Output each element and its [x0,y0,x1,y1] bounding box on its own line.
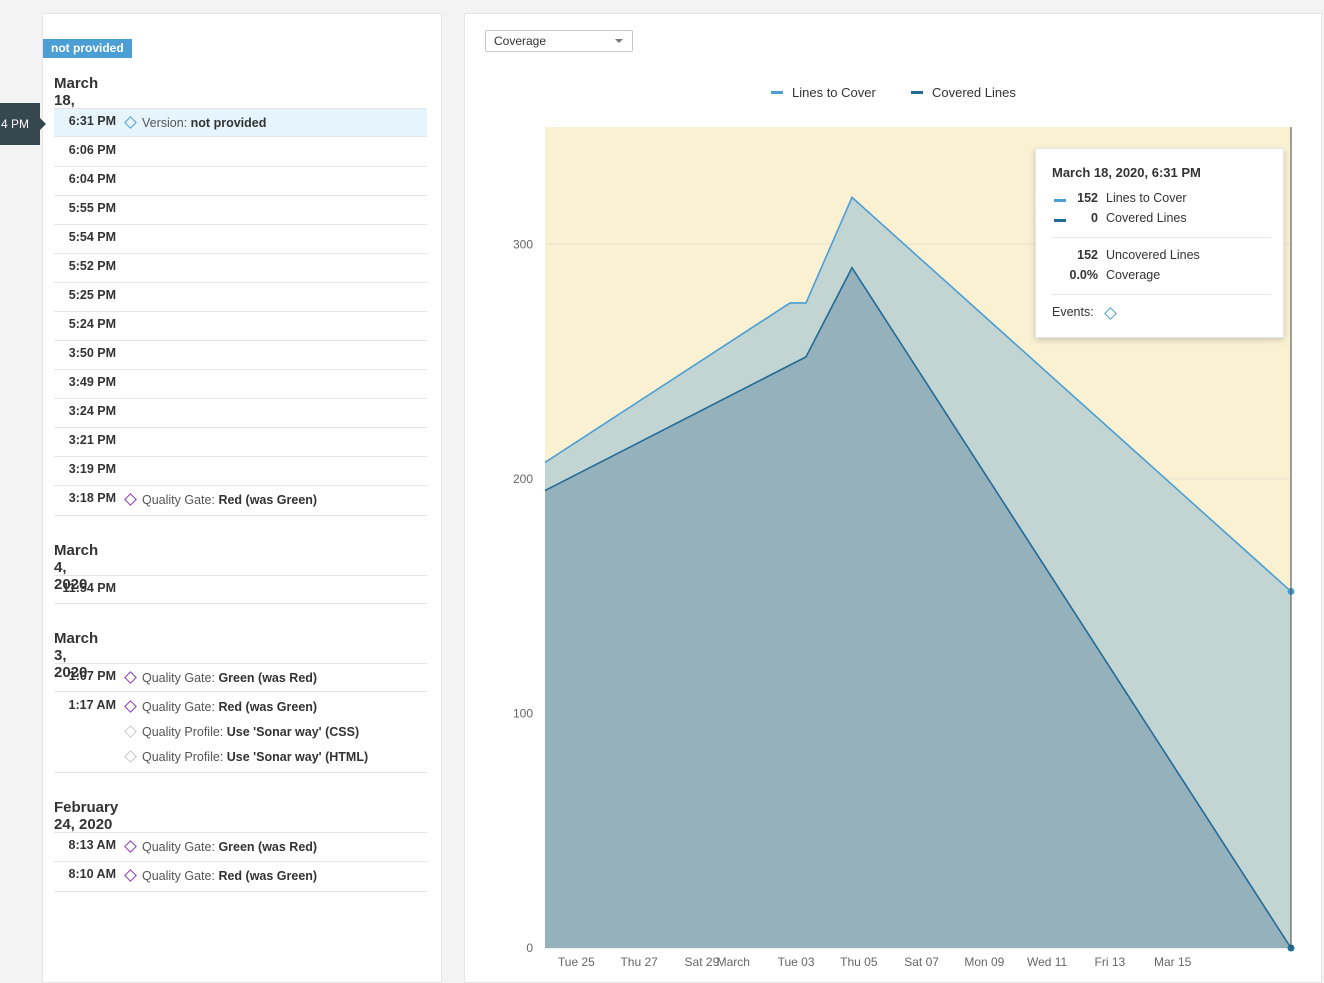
x-tick-label: Tue 25 [558,955,595,968]
tooltip-events-label: Events: [1052,305,1094,319]
tooltip-row-uncovered: 152 Uncovered Lines [1036,248,1283,266]
tooltip-title: March 18, 2020, 6:31 PM [1052,165,1201,180]
tooltip-label: Uncovered Lines [1106,248,1200,262]
tooltip-row-coverage: 0.0% Coverage [1036,268,1283,286]
coverage-chart[interactable]: 0 100 200 300 Tue 25 Thu 27 Sat 29March Tue 03 T… [0,0,1324,968]
tooltip-value: 0.0% [1036,268,1098,282]
x-tick-label: Sat 07 [904,955,939,968]
y-tick-label: 300 [513,237,533,251]
tooltip-value: 0 [1036,211,1098,225]
tooltip-value: 152 [1036,248,1098,262]
tooltip-value: 152 [1036,191,1098,205]
tooltip-separator [1052,294,1271,295]
y-tick-label: 200 [513,472,533,486]
x-tick-label: Wed 11 [1027,955,1068,968]
x-tick-label: Mar 15 [1154,955,1192,968]
x-tick-label: March [717,955,750,968]
x-tick-label: Thu 05 [840,955,878,968]
x-tick-label: Mon 09 [964,955,1004,968]
tooltip-label: Covered Lines [1106,211,1187,225]
x-tick-label: Sat 29 [685,955,720,968]
x-tick-label: Tue 03 [778,955,815,968]
x-tick-label: Fri 13 [1095,955,1126,968]
graph-tooltip: March 18, 2020, 6:31 PM 152 Lines to Cov… [1035,148,1284,338]
tooltip-row-lines-to-cover: 152 Lines to Cover [1036,191,1283,209]
version-event-icon [1104,307,1117,320]
y-tick-label: 0 [526,941,533,955]
tooltip-label: Coverage [1106,268,1160,282]
tooltip-separator [1052,237,1271,238]
tooltip-label: Lines to Cover [1106,191,1187,205]
tooltip-row-covered-lines: 0 Covered Lines [1036,211,1283,229]
y-tick-label: 100 [513,706,533,720]
x-tick-label: Thu 27 [620,955,658,968]
